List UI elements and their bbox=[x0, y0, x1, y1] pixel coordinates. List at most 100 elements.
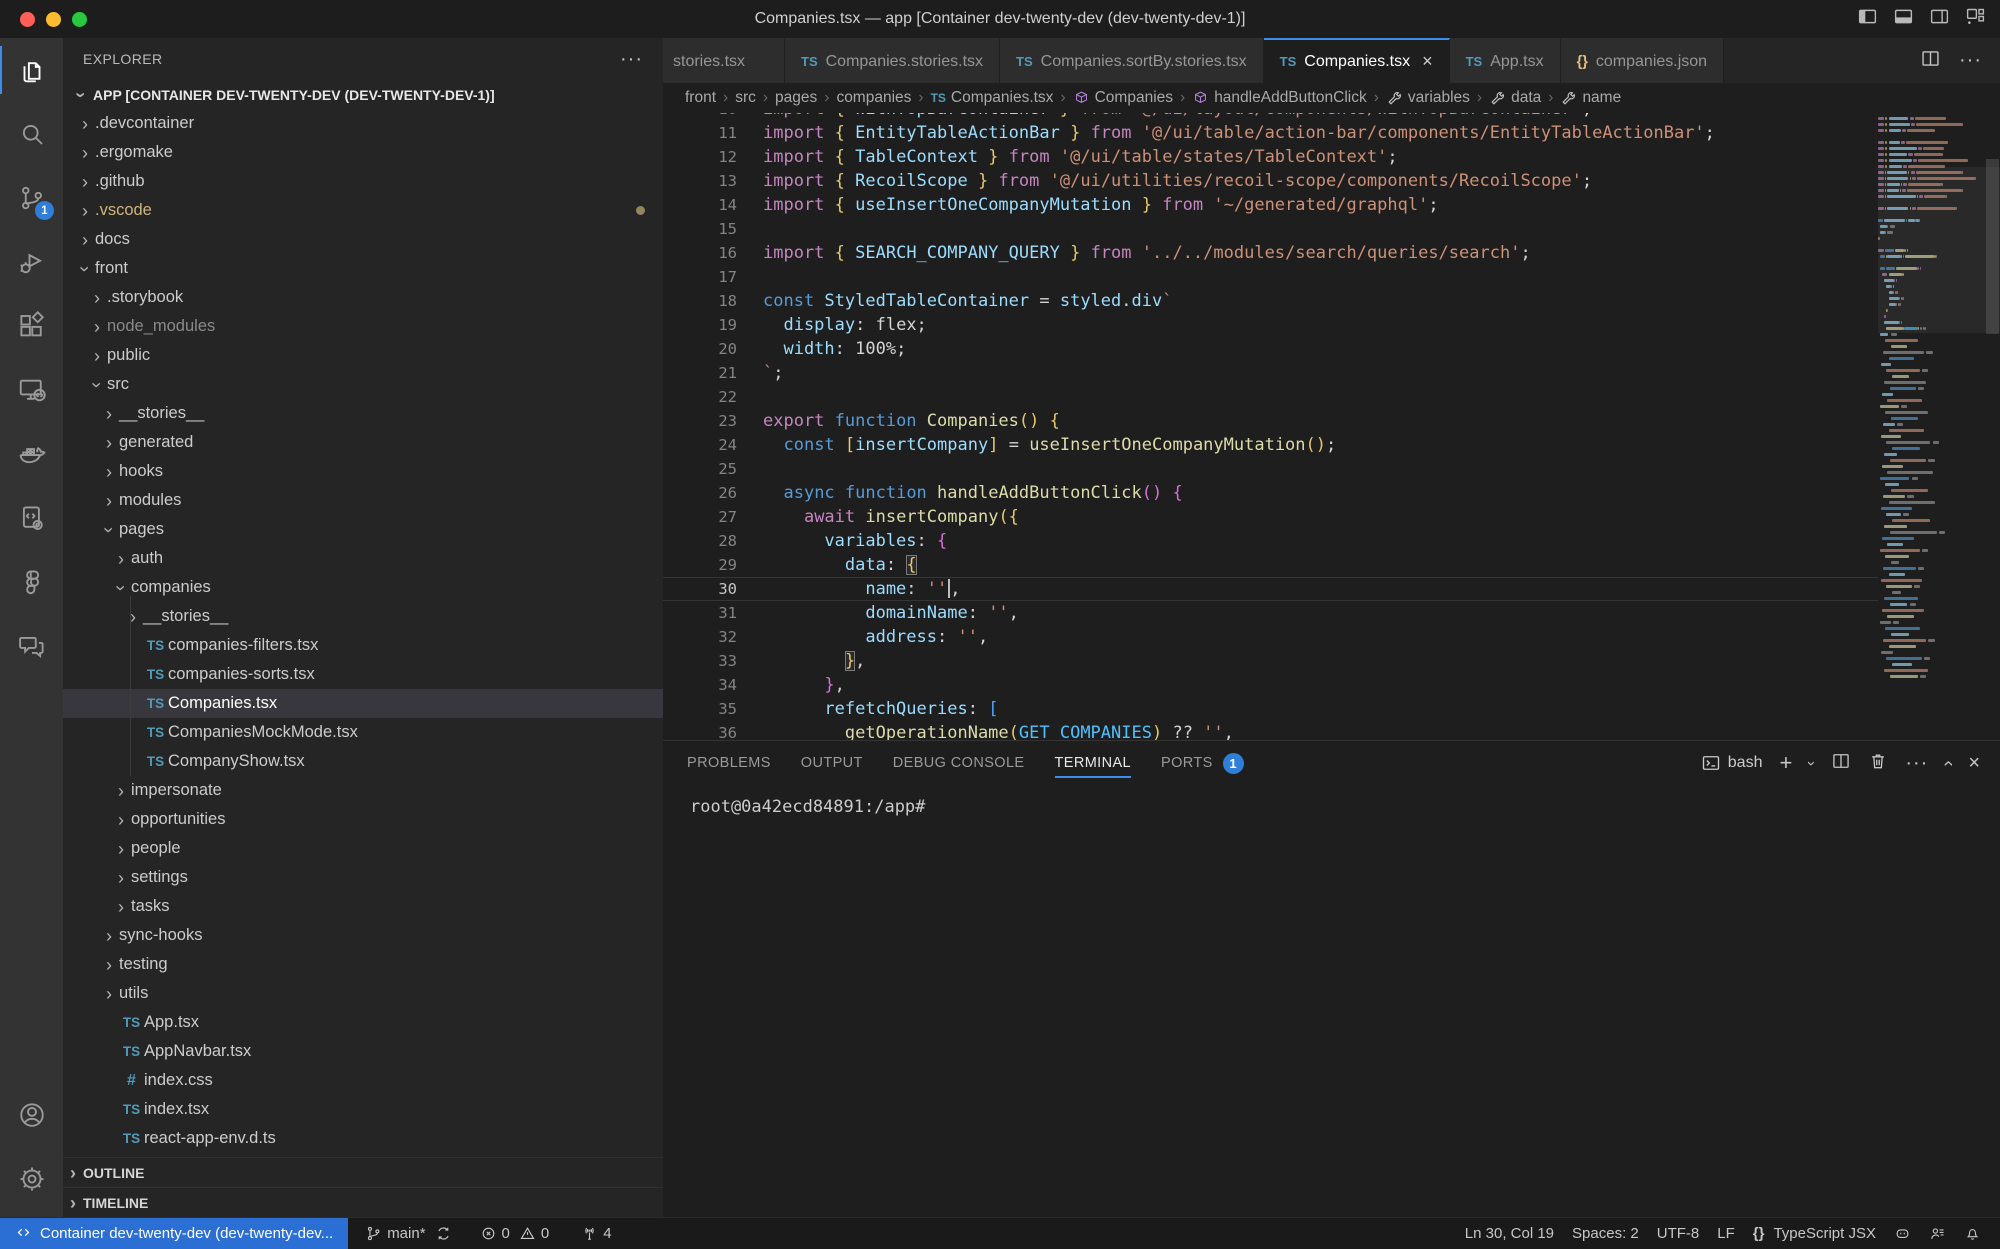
tree-item-react-app-env.d.ts[interactable]: TSreact-app-env.d.ts bbox=[63, 1124, 663, 1153]
tab-Companies.stories.tsx[interactable]: TSCompanies.stories.tsx bbox=[785, 38, 1000, 83]
tree-item-companies[interactable]: ›companies bbox=[63, 573, 663, 602]
activity-extensions[interactable] bbox=[0, 294, 63, 358]
code-line-19[interactable]: 19 display: flex; bbox=[663, 313, 1878, 337]
tree-item-settings[interactable]: ›settings bbox=[63, 863, 663, 892]
tab-Companies.sortBy.stories.tsx[interactable]: TSCompanies.sortBy.stories.tsx bbox=[1000, 38, 1264, 83]
code-line-29[interactable]: 29 data: { bbox=[663, 553, 1878, 577]
tree-item-src[interactable]: ›src bbox=[63, 370, 663, 399]
code-line-13[interactable]: 13import { RecoilScope } from '@/ui/util… bbox=[663, 169, 1878, 193]
code-line-34[interactable]: 34 }, bbox=[663, 673, 1878, 697]
remote-indicator[interactable]: Container dev-twenty-dev (dev-twenty-dev… bbox=[0, 1218, 348, 1249]
code-line-28[interactable]: 28 variables: { bbox=[663, 529, 1878, 553]
code-line-33[interactable]: 33 }, bbox=[663, 649, 1878, 673]
breadcrumb-variables[interactable]: variables bbox=[1386, 89, 1470, 107]
code-content[interactable]: 10import { WithTopBarContainer } from '@… bbox=[663, 113, 1878, 740]
toggle-secondary-sidebar-icon[interactable] bbox=[1929, 6, 1950, 32]
code-line-36[interactable]: 36 getOperationName(GET_COMPANIES) ?? ''… bbox=[663, 721, 1878, 740]
tree-item-.vscode[interactable]: ›.vscode bbox=[63, 196, 663, 225]
terminal-shell-selector[interactable]: bash bbox=[1701, 753, 1763, 773]
panel-tab-problems[interactable]: PROBLEMS bbox=[687, 741, 771, 785]
code-line-35[interactable]: 35 refetchQueries: [ bbox=[663, 697, 1878, 721]
editor-scrollbar[interactable] bbox=[1986, 159, 1999, 334]
tree-item-index.tsx[interactable]: TSindex.tsx bbox=[63, 1095, 663, 1124]
breadcrumb-name[interactable]: name bbox=[1560, 89, 1621, 107]
tree-item-Companies.tsx[interactable]: TSCompanies.tsx bbox=[63, 689, 663, 718]
tab-stories.tsx[interactable]: stories.tsx bbox=[663, 38, 785, 83]
panel-tab-ports[interactable]: PORTS1 bbox=[1161, 741, 1244, 785]
panel-tab-terminal[interactable]: TERMINAL bbox=[1055, 741, 1132, 785]
section-timeline[interactable]: ›TIMELINE bbox=[63, 1187, 663, 1217]
tree-item-CompaniesMockMode.tsx[interactable]: TSCompaniesMockMode.tsx bbox=[63, 718, 663, 747]
tree-item-opportunities[interactable]: ›opportunities bbox=[63, 805, 663, 834]
tree-item-AppNavbar.tsx[interactable]: TSAppNavbar.tsx bbox=[63, 1037, 663, 1066]
language-mode-status[interactable]: {} TypeScript JSX bbox=[1744, 1225, 1885, 1242]
tree-item-tasks[interactable]: ›tasks bbox=[63, 892, 663, 921]
activity-code-gen[interactable] bbox=[0, 486, 63, 550]
copilot-status[interactable] bbox=[1885, 1225, 1920, 1242]
tab-App.tsx[interactable]: TSApp.tsx bbox=[1450, 38, 1561, 83]
split-terminal-icon[interactable] bbox=[1831, 751, 1851, 776]
breadcrumb-data[interactable]: data bbox=[1489, 89, 1541, 107]
tab-Companies.tsx[interactable]: TSCompanies.tsx× bbox=[1264, 38, 1450, 83]
activity-docker[interactable] bbox=[0, 422, 63, 486]
cursor-position-status[interactable]: Ln 30, Col 19 bbox=[1456, 1225, 1563, 1242]
breadcrumb-pages[interactable]: pages bbox=[775, 89, 817, 107]
section-outline[interactable]: ›OUTLINE bbox=[63, 1157, 663, 1187]
tree-item-sync-hooks[interactable]: ›sync-hooks bbox=[63, 921, 663, 950]
tree-item-impersonate[interactable]: ›impersonate bbox=[63, 776, 663, 805]
code-line-30[interactable]: 30 name: '', bbox=[663, 577, 1878, 601]
tree-item-companies-sorts.tsx[interactable]: TScompanies-sorts.tsx bbox=[63, 660, 663, 689]
terminal-dropdown-icon[interactable]: › bbox=[1803, 761, 1820, 766]
maximize-panel-icon[interactable]: › bbox=[1938, 760, 1959, 766]
tree-item-App.tsx[interactable]: TSApp.tsx bbox=[63, 1008, 663, 1037]
breadcrumb-Companies[interactable]: Companies bbox=[1073, 89, 1173, 107]
workspace-section-header[interactable]: › APP [CONTAINER DEV-TWENTY-DEV (DEV-TWE… bbox=[63, 80, 663, 109]
code-line-18[interactable]: 18const StyledTableContainer = styled.di… bbox=[663, 289, 1878, 313]
breadcrumb-Companies.tsx[interactable]: TSCompanies.tsx bbox=[931, 89, 1054, 107]
tree-item-generated[interactable]: ›generated bbox=[63, 428, 663, 457]
explorer-more-actions-icon[interactable]: ··· bbox=[620, 48, 643, 71]
code-line-14[interactable]: 14import { useInsertOneCompanyMutation }… bbox=[663, 193, 1878, 217]
breadcrumb-handleAddButtonClick[interactable]: handleAddButtonClick bbox=[1192, 89, 1367, 107]
tree-item-.storybook[interactable]: ›.storybook bbox=[63, 283, 663, 312]
tree-item-.ergomake[interactable]: ›.ergomake bbox=[63, 138, 663, 167]
editor-more-actions-icon[interactable]: ··· bbox=[1959, 49, 1982, 72]
code-line-22[interactable]: 22 bbox=[663, 385, 1878, 409]
breadcrumb-companies[interactable]: companies bbox=[836, 89, 911, 107]
tree-item-people[interactable]: ›people bbox=[63, 834, 663, 863]
activity-run-debug[interactable] bbox=[0, 230, 63, 294]
code-line-20[interactable]: 20 width: 100%; bbox=[663, 337, 1878, 361]
minimap[interactable] bbox=[1878, 115, 2000, 740]
encoding-status[interactable]: UTF-8 bbox=[1648, 1225, 1709, 1242]
activity-comments[interactable] bbox=[0, 614, 63, 678]
activity-search[interactable] bbox=[0, 102, 63, 166]
close-tab-icon[interactable]: × bbox=[1422, 51, 1433, 72]
tree-item-public[interactable]: ›public bbox=[63, 341, 663, 370]
code-line-10[interactable]: 10import { WithTopBarContainer } from '@… bbox=[663, 113, 1878, 121]
toggle-sidebar-icon[interactable] bbox=[1857, 6, 1878, 32]
code-line-31[interactable]: 31 domainName: '', bbox=[663, 601, 1878, 625]
code-line-23[interactable]: 23export function Companies() { bbox=[663, 409, 1878, 433]
kill-terminal-icon[interactable] bbox=[1868, 751, 1888, 776]
tab-companies.json[interactable]: {}companies.json bbox=[1561, 38, 1724, 83]
breadcrumb-src[interactable]: src bbox=[735, 89, 756, 107]
tree-item-.github[interactable]: ›.github bbox=[63, 167, 663, 196]
tree-item-node_modules[interactable]: ›node_modules bbox=[63, 312, 663, 341]
activity-settings[interactable] bbox=[0, 1147, 63, 1211]
breadcrumb-front[interactable]: front bbox=[685, 89, 716, 107]
eol-status[interactable]: LF bbox=[1708, 1225, 1744, 1242]
tree-item-utils[interactable]: ›utils bbox=[63, 979, 663, 1008]
indentation-status[interactable]: Spaces: 2 bbox=[1563, 1225, 1648, 1242]
close-panel-icon[interactable]: × bbox=[1968, 752, 1980, 775]
code-line-25[interactable]: 25 bbox=[663, 457, 1878, 481]
tree-item-pages[interactable]: ›pages bbox=[63, 515, 663, 544]
tree-item-companies-filters.tsx[interactable]: TScompanies-filters.tsx bbox=[63, 631, 663, 660]
activity-source-control[interactable]: 1 bbox=[0, 166, 63, 230]
notifications-status[interactable] bbox=[1955, 1225, 1990, 1242]
forwarded-ports-status[interactable]: 4 bbox=[572, 1225, 620, 1242]
activity-remote-explorer[interactable] bbox=[0, 358, 63, 422]
tree-item-CompanyShow.tsx[interactable]: TSCompanyShow.tsx bbox=[63, 747, 663, 776]
activity-explorer[interactable] bbox=[0, 38, 63, 102]
code-line-12[interactable]: 12import { TableContext } from '@/ui/tab… bbox=[663, 145, 1878, 169]
new-terminal-icon[interactable]: + bbox=[1779, 750, 1792, 776]
